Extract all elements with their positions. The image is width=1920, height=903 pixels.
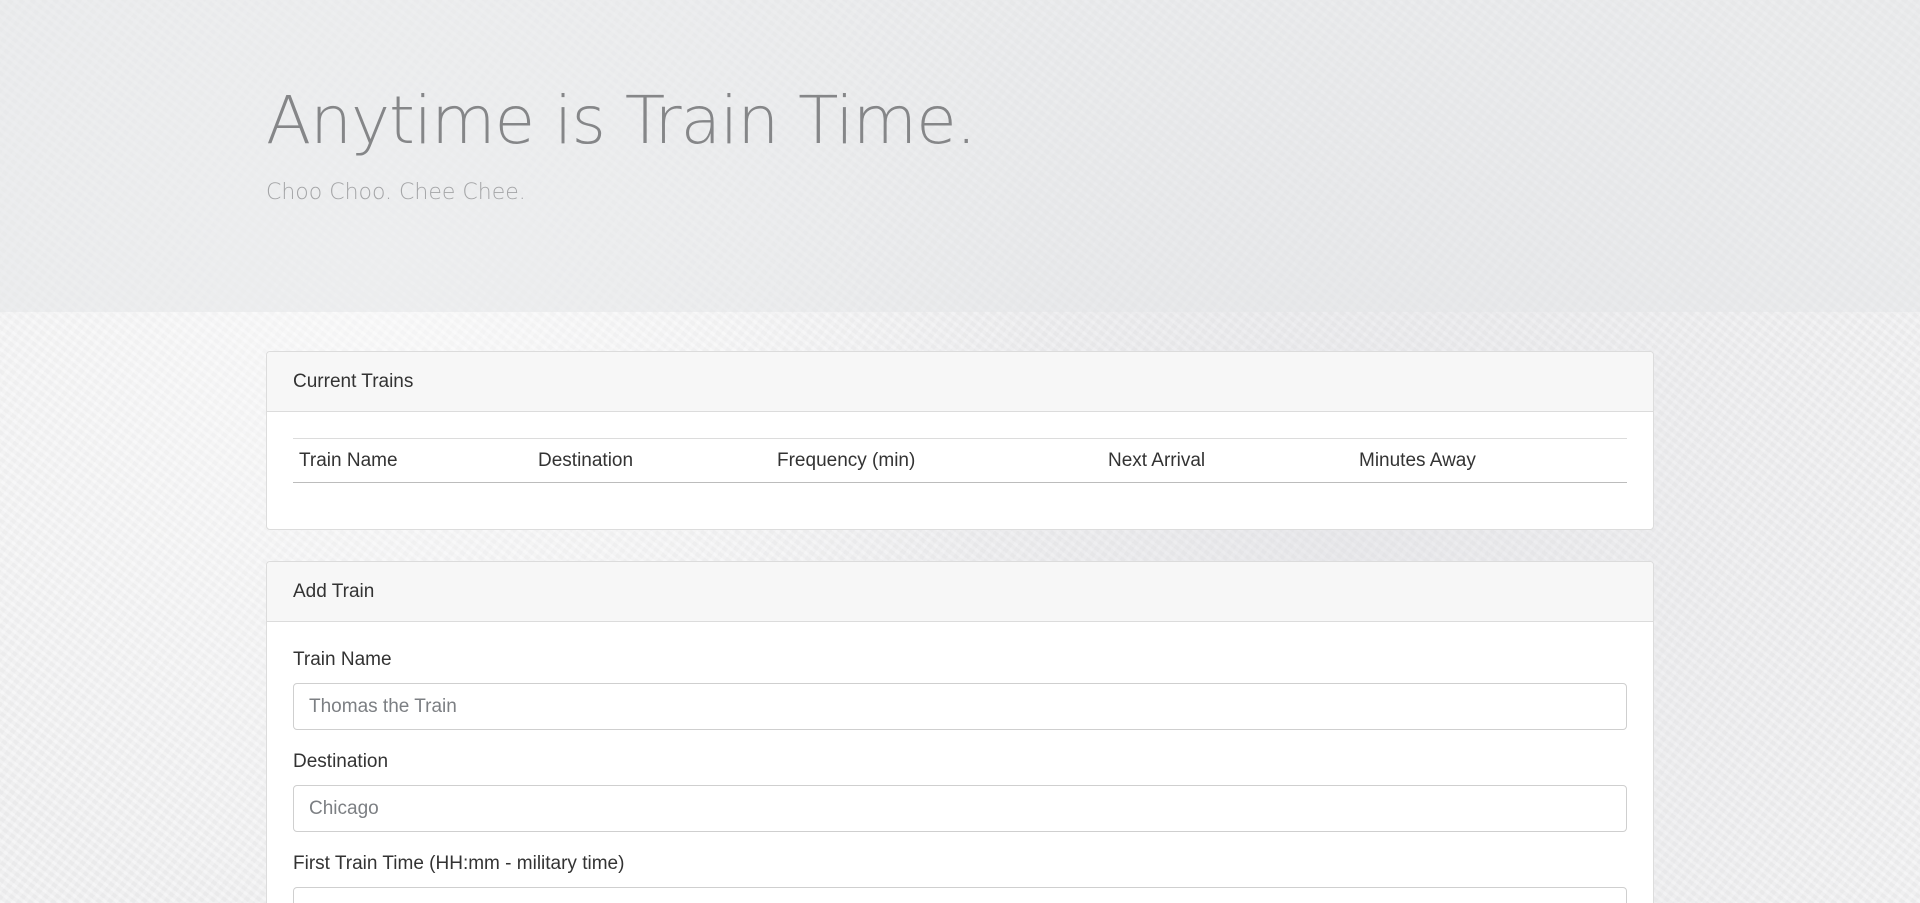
header-banner: Anytime is Train Time. Choo Choo. Chee C… [0, 0, 1920, 312]
add-train-form: Train Name Destination First Train Time … [267, 622, 1653, 903]
add-train-card: Add Train Train Name Destination First T… [266, 561, 1654, 903]
table-header-row: Train Name Destination Frequency (min) N… [293, 438, 1627, 483]
train-name-group: Train Name [293, 648, 1627, 730]
first-train-time-input[interactable] [293, 887, 1627, 903]
train-name-label: Train Name [293, 649, 392, 670]
first-train-time-label: First Train Time (HH:mm - military time) [293, 853, 625, 874]
current-trains-heading: Current Trains [267, 352, 1653, 412]
current-trains-card: Current Trains Train Name Destination Fr… [266, 351, 1654, 530]
trains-table: Train Name Destination Frequency (min) N… [293, 438, 1627, 483]
add-train-heading: Add Train [267, 562, 1653, 622]
train-name-input[interactable] [293, 683, 1627, 730]
destination-label: Destination [293, 751, 389, 772]
column-header-destination: Destination [532, 438, 771, 483]
destination-input[interactable] [293, 785, 1627, 832]
page-subtitle: Choo Choo. Chee Chee. [266, 180, 526, 205]
first-train-time-group: First Train Time (HH:mm - military time) [293, 852, 1627, 903]
column-header-next-arrival: Next Arrival [1102, 438, 1353, 483]
trains-table-head: Train Name Destination Frequency (min) N… [293, 438, 1627, 483]
column-header-frequency: Frequency (min) [771, 438, 1102, 483]
trains-table-wrap: Train Name Destination Frequency (min) N… [293, 438, 1627, 483]
destination-group: Destination [293, 750, 1627, 832]
column-header-minutes-away: Minutes Away [1353, 438, 1627, 483]
column-header-train-name: Train Name [293, 438, 532, 483]
page-title: Anytime is Train Time. [266, 82, 977, 159]
